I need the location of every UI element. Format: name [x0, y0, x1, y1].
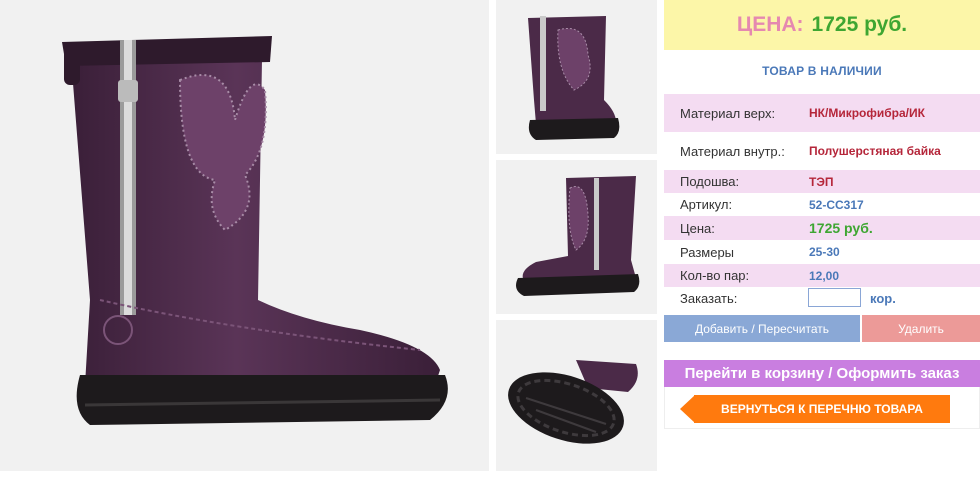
- boot-sole-view-illustration: [508, 360, 638, 444]
- go-to-cart-button[interactable]: Перейти в корзину / Оформить заказ: [664, 360, 980, 387]
- spec-row-price: Цена: 1725 руб.: [664, 216, 980, 240]
- spec-row-sizes: Размеры 25-30: [664, 240, 980, 264]
- spec-label: Артикул:: [680, 197, 733, 212]
- product-page: ЦЕНА: 1725 руб. ТОВАР В НАЛИЧИИ Материал…: [0, 0, 980, 482]
- back-to-list-button[interactable]: ВЕРНУТЬСЯ К ПЕРЕЧНЮ ТОВАРА: [694, 395, 950, 423]
- spec-label: Подошва:: [680, 174, 740, 189]
- boot-back-view-illustration: [516, 176, 640, 296]
- specs-table: Материал верх: НК/Микрофибра/ИК Материал…: [664, 94, 980, 310]
- back-arrow-icon[interactable]: [680, 395, 695, 423]
- delete-button[interactable]: Удалить: [862, 315, 980, 342]
- spec-value: 25-30: [809, 245, 840, 259]
- main-product-image[interactable]: [0, 0, 489, 471]
- spec-row-order: Заказать: кор.: [664, 287, 980, 310]
- thumbnail-boot-front[interactable]: [496, 0, 657, 154]
- spec-value: НК/Микрофибра/ИК: [809, 106, 925, 120]
- spec-row-material-inner: Материал внутр.: Полушерстяная байка: [664, 132, 980, 170]
- spec-row-pairs: Кол-во пар: 12,00: [664, 264, 980, 287]
- add-recalculate-button[interactable]: Добавить / Пересчитать: [664, 315, 860, 342]
- thumbnail-boot-back[interactable]: [496, 160, 657, 314]
- order-quantity-input[interactable]: [808, 288, 861, 307]
- spec-row-material-top: Материал верх: НК/Микрофибра/ИК: [664, 94, 980, 132]
- spec-label: Цена:: [680, 220, 715, 236]
- price-header: ЦЕНА: 1725 руб.: [664, 0, 980, 50]
- order-unit: кор.: [870, 291, 896, 306]
- spec-value: 12,00: [809, 268, 840, 283]
- price-value: 1725 руб.: [811, 13, 908, 36]
- spec-label: Материал верх:: [680, 105, 776, 121]
- spec-row-sole: Подошва: ТЭП: [664, 170, 980, 193]
- price-label: ЦЕНА:: [736, 13, 804, 36]
- spec-value: ТЭП: [809, 174, 834, 189]
- order-label: Заказать:: [680, 291, 738, 306]
- spec-value: Полушерстяная байка: [809, 144, 941, 158]
- boot-front-view-illustration: [528, 16, 620, 140]
- thumbnail-boot-sole[interactable]: [496, 320, 657, 471]
- boot-side-view-illustration: [62, 36, 448, 425]
- spec-label: Размеры: [680, 244, 735, 260]
- spec-value: 1725 руб.: [809, 220, 873, 236]
- stock-status: ТОВАР В НАЛИЧИИ: [762, 64, 882, 78]
- spec-label: Кол-во пар:: [680, 268, 750, 283]
- spec-row-article: Артикул: 52-CC317: [664, 193, 980, 216]
- spec-value: 52-CC317: [809, 197, 864, 212]
- spec-label: Материал внутр.:: [680, 143, 785, 159]
